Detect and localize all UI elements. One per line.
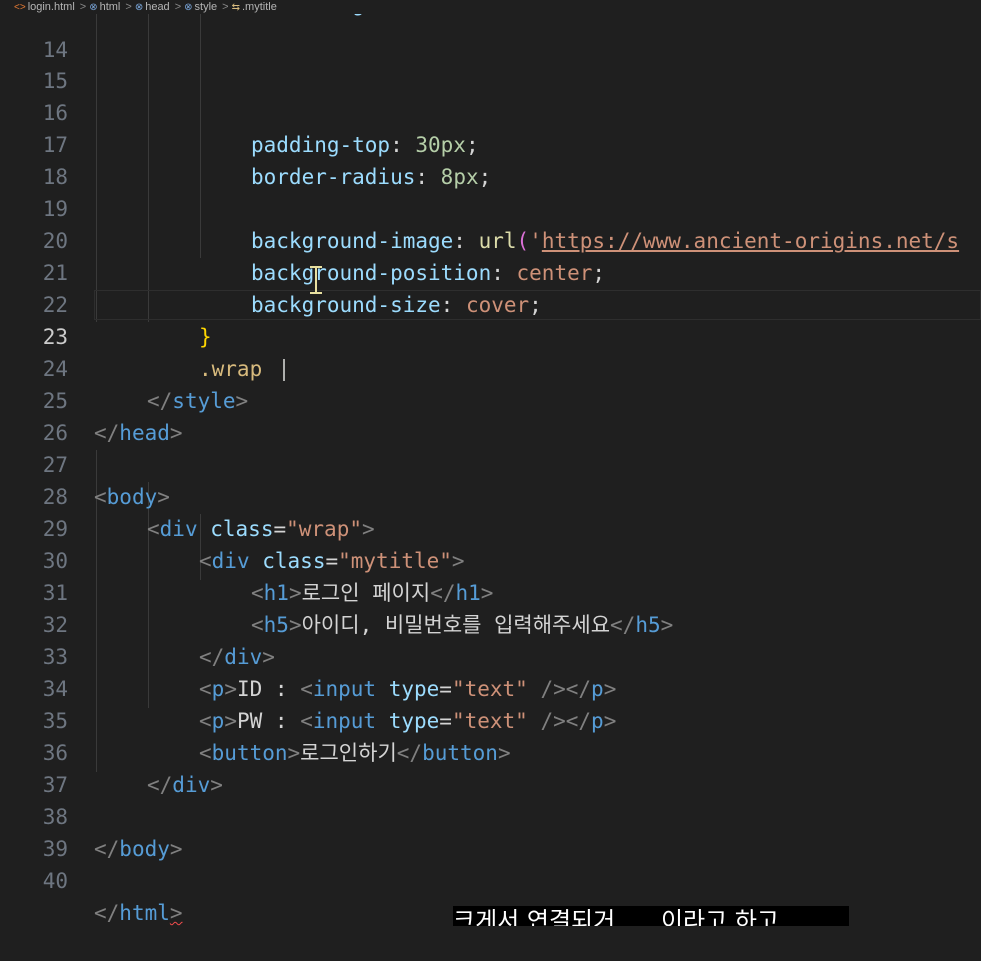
code-line: 15	[0, 33, 981, 93]
code-line: 36 </div>	[0, 705, 981, 797]
code-line: 37	[0, 737, 981, 797]
breadcrumb-item-html[interactable]: ⊗ html	[89, 1, 120, 13]
breadcrumb-separator: >	[174, 1, 182, 13]
code-line: 16 padding-top: 30px;	[0, 65, 981, 157]
code-line: 24 </style>	[0, 321, 981, 413]
breadcrumb-item-mytitle[interactable]: ⇆ .mytitle	[232, 1, 277, 13]
line-number: 40	[42, 869, 68, 893]
html-file-icon: <>	[14, 1, 26, 13]
code-line: 20 background-position: center;	[0, 193, 981, 285]
breadcrumb-separator: >	[125, 1, 132, 13]
code-line: 27 <body>	[0, 417, 981, 509]
code-line: 19 background-image: url('https://www.an…	[0, 161, 981, 253]
video-subtitle: 크게서 연결되거 이라고 하고	[453, 906, 849, 926]
code-line: 21 background-size: cover;	[0, 225, 981, 317]
code-line: 31 <h5>아이디, 비밀번호를 입력해주세요</h5>	[0, 545, 981, 637]
code-line: 18	[0, 129, 981, 189]
breadcrumb-item-head[interactable]: ⊗ head	[135, 1, 170, 13]
code-line: 22 }	[0, 257, 981, 349]
text-cursor-ibeam-icon	[310, 266, 322, 294]
code-line: 39	[0, 801, 981, 861]
code-line: 30 <h1>로그인 페이지</h1>	[0, 513, 981, 605]
code-editor[interactable]: 14 text-align: center; 15 16 padding-top…	[0, 0, 981, 925]
code-line: 35 <button>로그인하기</button>	[0, 673, 981, 765]
code-line: 38 </body>	[0, 769, 981, 861]
code-line: 29 <div class="mytitle">	[0, 481, 981, 573]
code-line-active: 23 .wrap	[0, 289, 981, 381]
code-line: 33 <p>ID : <input type="text" /></p>	[0, 609, 981, 701]
breadcrumb-item-style[interactable]: ⊗ style	[184, 1, 217, 13]
element-icon: ⊗	[134, 1, 144, 13]
code-line: 17 border-radius: 8px;	[0, 97, 981, 189]
code-line: 26	[0, 385, 981, 445]
element-icon: ⊗	[89, 1, 98, 13]
element-icon: ⊗	[184, 1, 193, 13]
code-line: 25 </head>	[0, 353, 981, 445]
breadcrumb-separator: >	[222, 1, 229, 13]
selector-icon: ⇆	[231, 1, 240, 13]
breadcrumb-separator: >	[79, 1, 87, 13]
code-line: 28 <div class="wrap">	[0, 449, 981, 541]
code-line: 32 </div>	[0, 577, 981, 669]
code-line: 40 </html>	[0, 833, 981, 925]
code-text: </html>	[94, 901, 183, 925]
breadcrumb: <> login.html > ⊗ html > ⊗ head > ⊗ style > …	[0, 0, 981, 14]
breadcrumb-item-file[interactable]: <> login.html	[14, 1, 75, 13]
code-line: 34 <p>PW : <input type="text" /></p>	[0, 641, 981, 733]
